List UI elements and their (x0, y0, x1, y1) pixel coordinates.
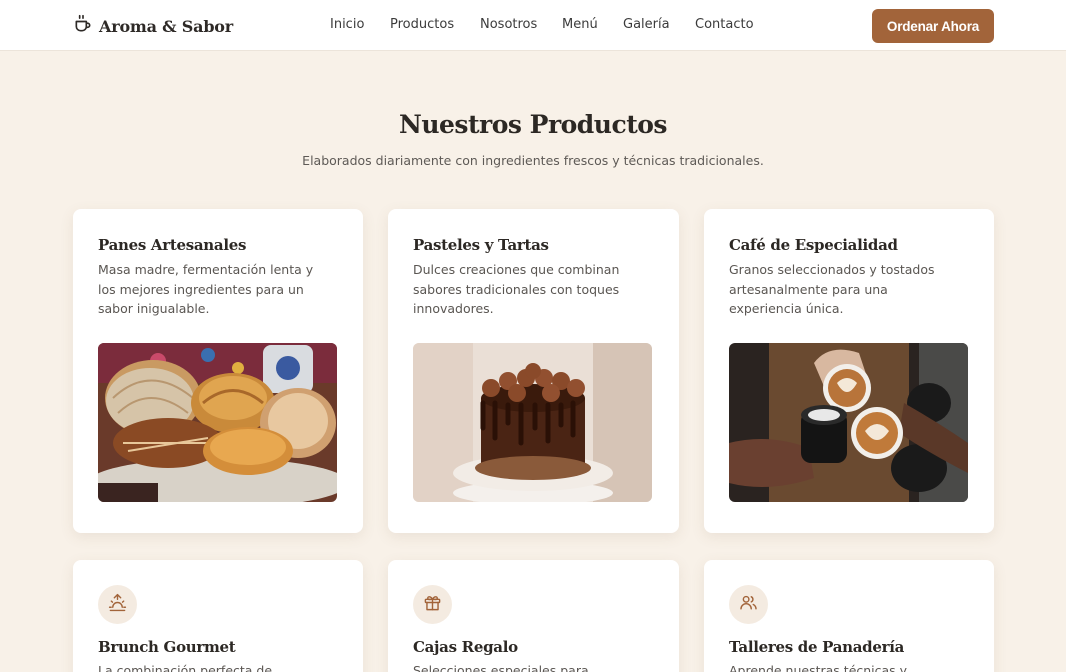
card-description: Aprende nuestras técnicas y (729, 663, 908, 672)
nav-link-nosotros[interactable]: Nosotros (480, 17, 562, 32)
nav-link-menu[interactable]: Menú (562, 17, 623, 32)
nav-link-galeria[interactable]: Galería (623, 17, 695, 32)
users-icon (739, 593, 758, 616)
top-navbar: Aroma & Sabor Inicio Productos Nosotros … (0, 0, 1066, 51)
card-description: Dulces creaciones que combinan sabores t… (413, 262, 620, 316)
card-title: Brunch Gourmet (98, 638, 236, 656)
chocolate-cake-photo (413, 343, 652, 502)
product-card-pasteles[interactable]: Pasteles y Tartas Dulces creaciones que … (388, 209, 679, 533)
nav-link-inicio[interactable]: Inicio (330, 17, 390, 32)
latte-art-cups-photo (729, 343, 968, 502)
brand-name: Aroma & Sabor (99, 16, 234, 36)
sunrise-icon (108, 593, 127, 616)
service-card-cajas[interactable]: Cajas Regalo Selecciones especiales para (388, 560, 679, 672)
nav-link-productos[interactable]: Productos (390, 17, 480, 32)
icon-badge (413, 585, 452, 624)
section-subtitle: Elaborados diariamente con ingredientes … (302, 153, 764, 168)
gift-icon (423, 593, 442, 616)
service-card-brunch[interactable]: Brunch Gourmet La combinación perfecta d… (73, 560, 363, 672)
card-title: Panes Artesanales (98, 236, 247, 254)
card-description: Selecciones especiales para (413, 663, 589, 672)
icon-badge (729, 585, 768, 624)
order-now-button[interactable]: Ordenar Ahora (872, 9, 994, 43)
main-menu: Inicio Productos Nosotros Menú Galería C… (330, 17, 754, 32)
nav-link-contacto[interactable]: Contacto (695, 17, 754, 32)
card-description: Masa madre, fermentación lenta y los mej… (98, 262, 314, 316)
brand-logo[interactable]: Aroma & Sabor (73, 14, 233, 38)
product-card-cafe[interactable]: Café de Especialidad Granos seleccionado… (704, 209, 994, 533)
coffee-cup-icon (73, 14, 93, 38)
mexican-sweet-bread-photo (98, 343, 337, 502)
icon-badge (98, 585, 137, 624)
card-title: Cajas Regalo (413, 638, 518, 656)
service-card-talleres[interactable]: Talleres de Panadería Aprende nuestras t… (704, 560, 994, 672)
card-title: Café de Especialidad (729, 236, 898, 254)
card-title: Talleres de Panadería (729, 638, 905, 656)
card-description: La combinación perfecta de (98, 663, 273, 672)
card-description: Granos seleccionados y tostados artesana… (729, 262, 935, 316)
section-title: Nuestros Productos (398, 110, 668, 139)
card-title: Pasteles y Tartas (413, 236, 549, 254)
product-card-panes[interactable]: Panes Artesanales Masa madre, fermentaci… (73, 209, 363, 533)
